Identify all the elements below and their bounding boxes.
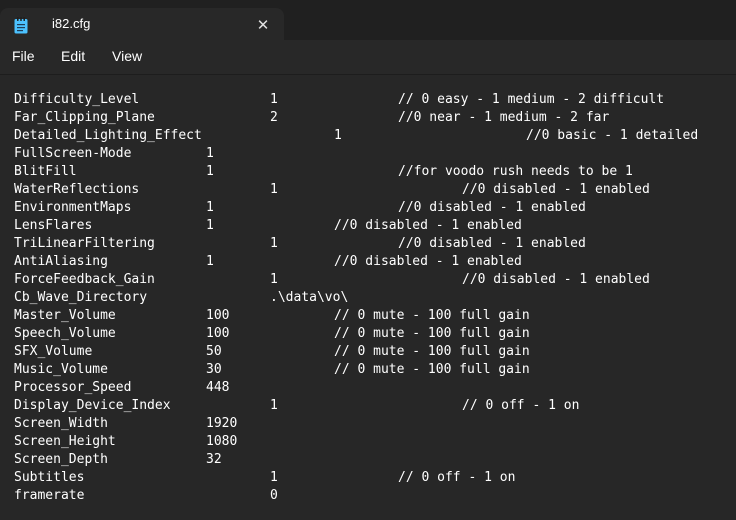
config-key: Difficulty_Level [14,92,140,107]
config-value: 1 [270,236,278,251]
config-comment: //0 basic - 1 detailed [526,128,699,143]
config-key: Master_Volume [14,308,116,323]
config-value: 100 [206,308,230,323]
config-key: ForceFeedback_Gain [14,272,155,287]
config-value: 1 [206,254,214,269]
config-value: 1 [270,272,278,287]
config-key: LensFlares [14,218,93,233]
config-key: BlitFill [14,164,77,179]
config-comment: //0 disabled - 1 enabled [462,182,650,197]
close-tab-button[interactable]: ✕ [252,14,274,36]
config-value: 448 [206,380,230,395]
menu-view[interactable]: View [112,48,142,64]
config-value: 30 [206,362,222,377]
config-value: 2 [270,110,278,125]
config-comment: //0 near - 1 medium - 2 far [398,110,610,125]
menu-bar: File Edit View [0,40,736,74]
config-key: Subtitles [14,470,85,485]
config-comment: //0 disabled - 1 enabled [334,218,522,233]
menu-edit[interactable]: Edit [61,48,85,64]
text-line[interactable]: Music_Volume 30 // 0 mute - 100 full gain [0,361,736,379]
config-comment: // 0 mute - 100 full gain [334,308,530,323]
text-line[interactable]: Screen_Depth 32 [0,451,736,469]
config-comment: // 0 mute - 100 full gain [334,344,530,359]
text-line[interactable]: Display_Device_Index 1 // 0 off - 1 on [0,397,736,415]
config-value: 1 [270,182,278,197]
text-line[interactable]: AntiAliasing 1 //0 disabled - 1 enabled [0,253,736,271]
text-line[interactable]: SFX_Volume 50 // 0 mute - 100 full gain [0,343,736,361]
config-value: 1080 [206,434,238,449]
config-comment: // 0 easy - 1 medium - 2 difficult [398,92,665,107]
config-key: Screen_Height [14,434,116,449]
text-line[interactable]: ForceFeedback_Gain 1 //0 disabled - 1 enab… [0,271,736,289]
menu-file[interactable]: File [12,48,35,64]
config-key: Cb_Wave_Directory [14,290,148,305]
config-value: 1 [206,200,214,215]
config-value: 1 [206,146,214,161]
config-key: AntiAliasing [14,254,108,269]
config-value: 1 [270,470,278,485]
text-line[interactable]: TriLinearFiltering 1 //0 disabled - 1 enab… [0,235,736,253]
tab-i82-cfg[interactable]: i82.cfg ✕ [0,8,284,40]
config-value: 1920 [206,416,238,431]
config-value: 1 [270,92,278,107]
config-value: 32 [206,452,222,467]
text-editor[interactable]: Difficulty_Level 1 // 0 easy - 1 medium - … [0,74,736,520]
text-line[interactable]: Screen_Height 1080 [0,433,736,451]
config-comment: //0 disabled - 1 enabled [334,254,522,269]
config-key: WaterReflections [14,182,140,197]
config-key: FullScreen-Mode [14,146,132,161]
config-value: 1 [206,218,214,233]
config-comment: //0 disabled - 1 enabled [398,236,586,251]
config-key: Display_Device_Index [14,398,171,413]
text-line[interactable]: WaterReflections 1 //0 disabled - 1 enable… [0,181,736,199]
config-key: Far_Clipping_Plane [14,110,155,125]
config-value: 100 [206,326,230,341]
text-line[interactable]: LensFlares 1 //0 disabled - 1 enabled [0,217,736,235]
text-line[interactable]: Speech_Volume 100 // 0 mute - 100 full gai… [0,325,736,343]
config-value: 1 [270,398,278,413]
text-line[interactable]: Detailed_Lighting_Effect 1 //0 basic - 1 d… [0,127,736,145]
text-line[interactable]: Cb_Wave_Directory .\data\vo\ [0,289,736,307]
config-key: Speech_Volume [14,326,116,341]
config-key: TriLinearFiltering [14,236,155,251]
text-line[interactable]: Difficulty_Level 1 // 0 easy - 1 medium - … [0,91,736,109]
config-key: SFX_Volume [14,344,93,359]
title-bar: i82.cfg ✕ [0,0,736,40]
text-line[interactable]: Master_Volume 100 // 0 mute - 100 full gai… [0,307,736,325]
config-comment: //for voodo rush needs to be 1 [398,164,633,179]
config-value: .\data\vo\ [270,290,349,305]
config-key: Screen_Width [14,416,108,431]
text-line[interactable]: Far_Clipping_Plane 2 //0 near - 1 medium -… [0,109,736,127]
config-value: 50 [206,344,222,359]
text-line[interactable]: Processor_Speed 448 [0,379,736,397]
tab-title: i82.cfg [52,16,91,31]
config-comment: // 0 off - 1 on [462,398,580,413]
config-key: Music_Volume [14,362,108,377]
text-line[interactable]: BlitFill 1 //for voodo rush needs to be 1 [0,163,736,181]
config-key: framerate [14,488,85,503]
config-value: 0 [270,488,278,503]
config-key: Screen_Depth [14,452,108,467]
text-line[interactable]: Subtitles 1 // 0 off - 1 on [0,469,736,487]
text-line[interactable]: EnvironmentMaps 1 //0 disabled - 1 enabled [0,199,736,217]
config-key: Processor_Speed [14,380,132,395]
text-line[interactable]: Screen_Width 1920 [0,415,736,433]
text-line[interactable]: FullScreen-Mode 1 [0,145,736,163]
config-comment: // 0 mute - 100 full gain [334,326,530,341]
text-line[interactable]: framerate 0 [0,487,736,505]
config-comment: //0 disabled - 1 enabled [462,272,650,287]
config-key: EnvironmentMaps [14,200,132,215]
config-key: Detailed_Lighting_Effect [14,128,202,143]
config-value: 1 [334,128,342,143]
config-comment: // 0 off - 1 on [398,470,516,485]
close-icon: ✕ [256,16,270,34]
config-comment: //0 disabled - 1 enabled [398,200,586,215]
config-value: 1 [206,164,214,179]
notepad-icon [14,17,28,34]
config-comment: // 0 mute - 100 full gain [334,362,530,377]
